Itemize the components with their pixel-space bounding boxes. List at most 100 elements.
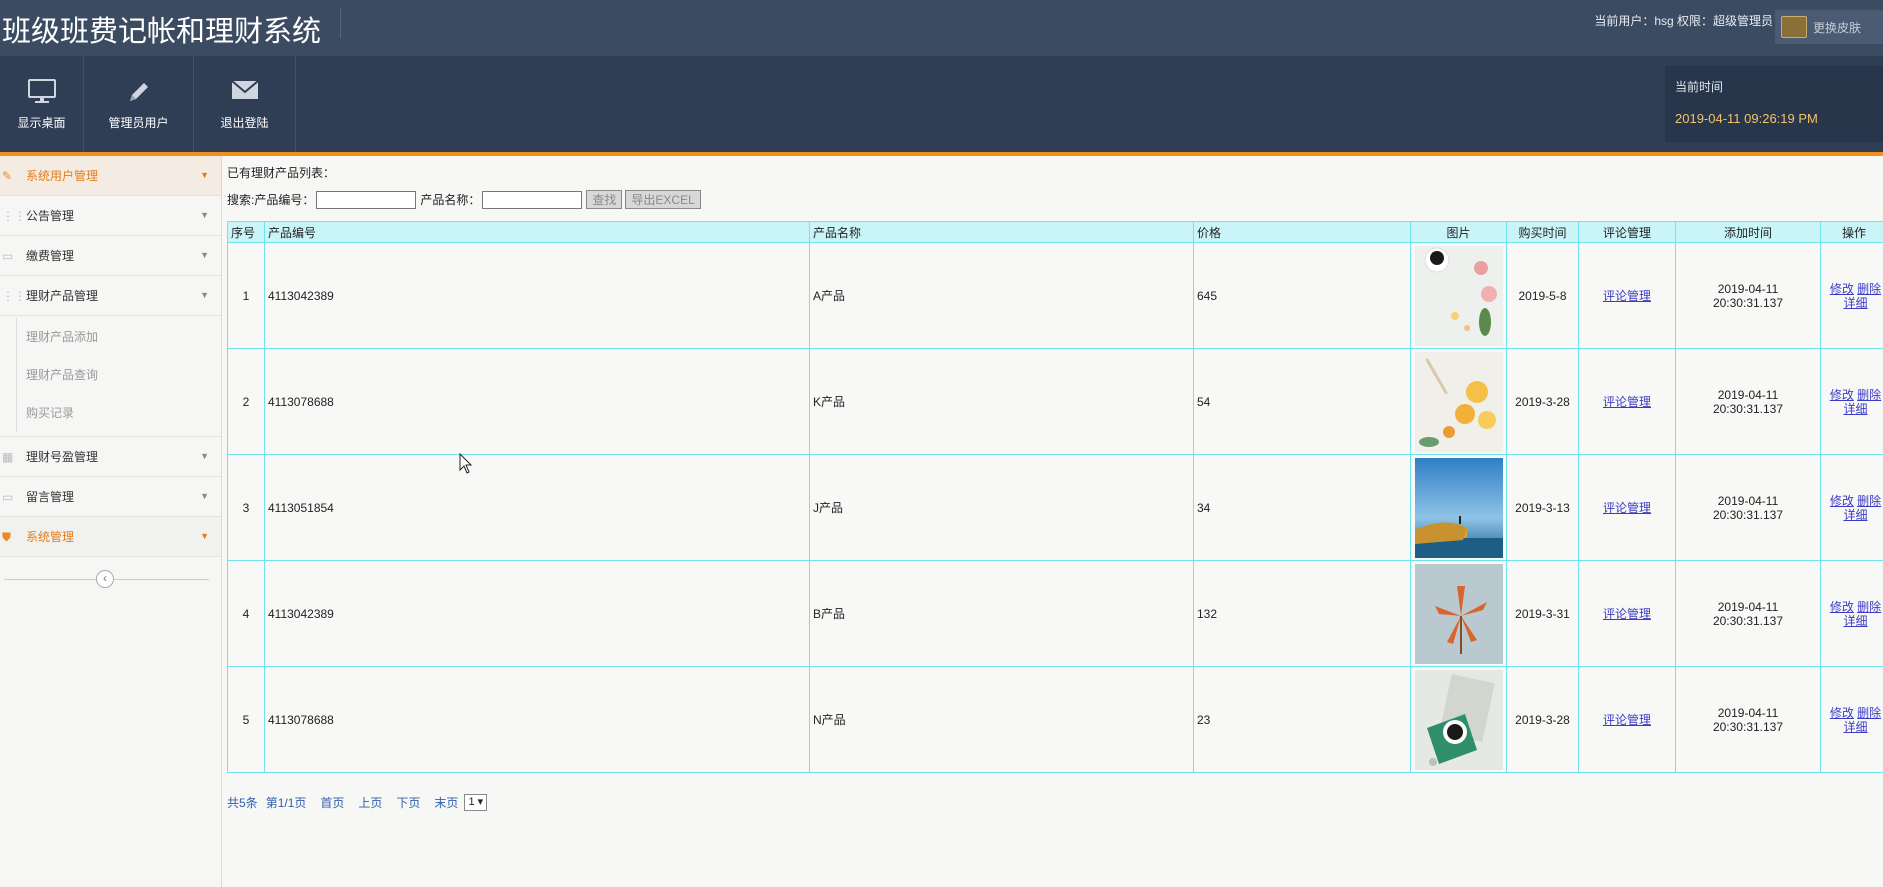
edit-link[interactable]: 修改: [1830, 388, 1854, 402]
cell-add-time: 2019-04-11 20:30:31.137: [1675, 242, 1821, 349]
logout-label: 退出登陆: [220, 115, 269, 130]
sidebar-item-label: 理财产品管理: [26, 289, 99, 303]
delete-link[interactable]: 删除: [1857, 282, 1881, 296]
collapse-sidebar-button[interactable]: ‹: [96, 570, 114, 588]
chevron-down-icon: ▼: [200, 170, 209, 180]
cell-price: 54: [1193, 348, 1411, 455]
comment-manage-link[interactable]: 评论管理: [1603, 395, 1651, 409]
window-icon: ▭: [2, 249, 14, 263]
cell-buy-time: 2019-5-8: [1506, 242, 1579, 349]
cell-image: [1410, 242, 1507, 349]
sidebar-subitem-purchase-records[interactable]: 购买记录: [0, 394, 221, 432]
cell-no: 3: [227, 454, 265, 561]
cell-comment: 评论管理: [1578, 242, 1676, 349]
cell-add-time: 2019-04-11 20:30:31.137: [1675, 666, 1821, 773]
product-name-input[interactable]: [482, 190, 583, 209]
comment-manage-link[interactable]: 评论管理: [1603, 607, 1651, 621]
product-image[interactable]: [1414, 669, 1503, 770]
show-desktop-button[interactable]: 显示桌面: [0, 56, 84, 152]
column-header: 产品名称: [809, 221, 1194, 243]
column-header: 价格: [1193, 221, 1411, 243]
sidebar-subitem-add-product[interactable]: 理财产品添加: [0, 318, 221, 356]
detail-link[interactable]: 详细: [1843, 508, 1867, 522]
column-header: 评论管理: [1578, 221, 1676, 243]
logout-button[interactable]: 退出登陆: [194, 56, 296, 152]
delete-link[interactable]: 删除: [1857, 706, 1881, 720]
product-image[interactable]: [1414, 457, 1503, 558]
cell-image: [1410, 454, 1507, 561]
page-select[interactable]: 1 ▾: [464, 794, 488, 811]
add-date: 2019-04-11: [1717, 705, 1779, 720]
shield-icon: ⛊: [2, 530, 12, 544]
cell-name: N产品: [809, 666, 1194, 773]
comment-manage-link[interactable]: 评论管理: [1603, 713, 1651, 727]
edit-link[interactable]: 修改: [1830, 494, 1854, 508]
page-indicator: 第1/1页: [265, 796, 307, 810]
detail-link[interactable]: 详细: [1843, 296, 1867, 310]
sidebar-item-label: 理财号盈管理: [26, 450, 99, 464]
cell-add-time: 2019-04-11 20:30:31.137: [1675, 348, 1821, 455]
cell-image: [1410, 666, 1507, 773]
cell-add-time: 2019-04-11 20:30:31.137: [1675, 454, 1821, 561]
detail-link[interactable]: 详细: [1843, 402, 1867, 416]
sidebar-item-announcements[interactable]: ⋮⋮ 公告管理 ▼: [0, 196, 221, 236]
delete-link[interactable]: 删除: [1857, 388, 1881, 402]
edit-link[interactable]: 修改: [1830, 600, 1854, 614]
chevron-down-icon: ▼: [200, 290, 209, 300]
comment-manage-link[interactable]: 评论管理: [1603, 289, 1651, 303]
find-button[interactable]: 查找: [586, 190, 623, 209]
detail-link[interactable]: 详细: [1843, 614, 1867, 628]
product-image[interactable]: [1414, 245, 1503, 346]
product-table: 序号 产品编号 产品名称 价格 图片 购买时间 评论管理 添加时间 操作 1 4…: [227, 221, 1883, 773]
export-excel-button[interactable]: 导出EXCEL: [625, 190, 701, 209]
table-header-row: 序号 产品编号 产品名称 价格 图片 购买时间 评论管理 添加时间 操作: [227, 221, 1883, 243]
sidebar-item-label: 留言管理: [26, 490, 75, 504]
product-image[interactable]: [1414, 563, 1503, 664]
cell-image: [1410, 560, 1507, 667]
sidebar-item-label: 系统管理: [26, 530, 75, 544]
sidebar-item-label: 系统用户管理: [26, 169, 99, 183]
edit-link[interactable]: 修改: [1830, 706, 1854, 720]
sidebar-item-label: 公告管理: [26, 209, 75, 223]
last-page-link[interactable]: 末页: [434, 794, 458, 811]
grid-icon: ▦: [2, 450, 14, 464]
cell-buy-time: 2019-3-31: [1506, 560, 1579, 667]
cell-price: 645: [1193, 242, 1411, 349]
sidebar-item-messages[interactable]: ▭ 留言管理 ▼: [0, 477, 221, 517]
edit-link[interactable]: 修改: [1830, 282, 1854, 296]
current-user-info: 当前用户：hsg 权限：超级管理员: [1594, 14, 1773, 28]
comment-manage-link[interactable]: 评论管理: [1603, 501, 1651, 515]
cell-code: 4113042389: [264, 560, 810, 667]
products-submenu: 理财产品添加 理财产品查询 购买记录: [0, 316, 221, 437]
cell-name: A产品: [809, 242, 1194, 349]
product-image[interactable]: [1414, 351, 1503, 452]
cell-image: [1410, 348, 1507, 455]
prev-page-link[interactable]: 上页: [358, 794, 382, 811]
detail-link[interactable]: 详细: [1843, 720, 1867, 734]
cell-add-time: 2019-04-11 20:30:31.137: [1675, 560, 1821, 667]
grid-icon: ⋮⋮: [2, 209, 26, 223]
cell-no: 1: [227, 242, 265, 349]
chevron-down-icon: ▼: [200, 250, 209, 260]
cell-buy-time: 2019-3-28: [1506, 666, 1579, 773]
cell-ops: 修改 删除 详细: [1820, 560, 1883, 667]
sidebar-item-payments[interactable]: ▭ 缴费管理 ▼: [0, 236, 221, 276]
delete-link[interactable]: 删除: [1857, 600, 1881, 614]
sidebar-item-products[interactable]: ⋮⋮ 理财产品管理 ▼: [0, 276, 221, 316]
cell-comment: 评论管理: [1578, 560, 1676, 667]
next-page-link[interactable]: 下页: [396, 794, 420, 811]
sidebar-subitem-query-product[interactable]: 理财产品查询: [0, 356, 221, 394]
table-row: 4 4113042389 B产品 132 2019-3-31 评论管理 2019…: [227, 560, 1883, 667]
product-code-input[interactable]: [316, 190, 417, 209]
admin-user-button[interactable]: 管理员用户: [84, 56, 194, 152]
admin-user-label: 管理员用户: [108, 115, 169, 130]
sidebar-item-profit[interactable]: ▦ 理财号盈管理 ▼: [0, 437, 221, 477]
sidebar-item-system[interactable]: ⛊ 系统管理 ▼: [0, 517, 221, 557]
cell-price: 34: [1193, 454, 1411, 561]
cell-code: 4113051854: [264, 454, 810, 561]
sidebar-item-system-users[interactable]: ✎ 系统用户管理 ▼: [0, 156, 221, 196]
first-page-link[interactable]: 首页: [320, 794, 344, 811]
calendar-icon: ▭: [2, 490, 14, 504]
change-skin-button[interactable]: 更换皮肤: [1775, 10, 1883, 44]
delete-link[interactable]: 删除: [1857, 494, 1881, 508]
